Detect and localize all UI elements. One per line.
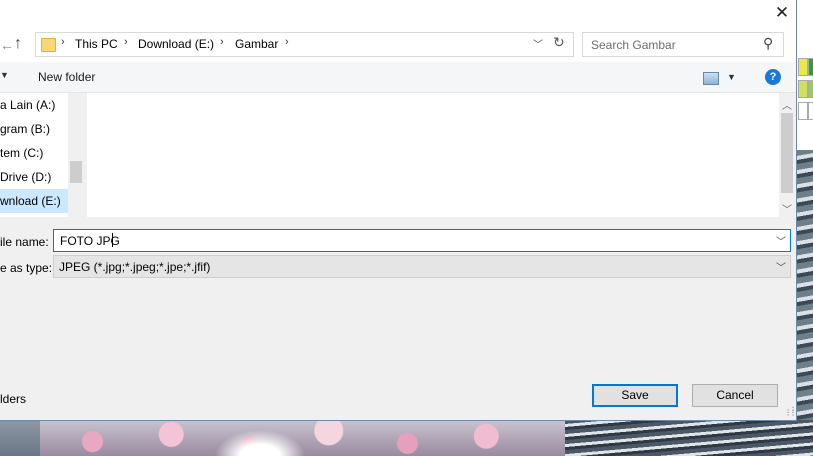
file-list-pane[interactable]: [87, 93, 779, 217]
title-bar: [0, 0, 796, 28]
back-arrow-icon[interactable]: ←: [0, 37, 14, 53]
color-swatch: [808, 102, 813, 120]
help-icon[interactable]: ?: [765, 69, 781, 85]
color-swatch: [808, 58, 813, 76]
file-list-scrollbar[interactable]: ︿ ﹀: [779, 93, 795, 217]
nav-item-label: Drive (D:): [0, 170, 52, 184]
nav-scrollbar[interactable]: [68, 93, 84, 217]
file-name-value[interactable]: FOTO JPG: [60, 234, 120, 248]
toolbar: ▼ New folder: [0, 62, 796, 93]
color-swatch: [798, 102, 808, 120]
view-dropdown-icon[interactable]: ▼: [727, 72, 736, 82]
save-as-type-select[interactable]: JPEG (*.jpg;*.jpeg;*.jpe;*.jfif) ﹀: [53, 255, 791, 278]
cancel-button[interactable]: Cancel: [692, 384, 778, 407]
file-name-label: ile name:: [0, 235, 49, 249]
save-as-type-value[interactable]: JPEG (*.jpg;*.jpeg;*.jpe;*.jfif): [59, 260, 210, 274]
chevron-down-icon[interactable]: ﹀: [533, 36, 543, 51]
nav-item-label: wnload (E:): [0, 194, 61, 208]
view-options-icon[interactable]: [703, 72, 719, 85]
resize-grip-icon[interactable]: ⠠⠰ ⠰⠸: [784, 405, 795, 418]
color-swatch: [798, 80, 808, 98]
chevron-down-icon[interactable]: ﹀: [776, 233, 786, 248]
breadcrumb-gambar[interactable]: Gambar: [235, 37, 278, 51]
waves-photo: [565, 420, 813, 456]
scroll-up-icon[interactable]: ︿: [782, 97, 792, 112]
chevron-right-icon[interactable]: ›: [61, 36, 65, 48]
text-cursor: [112, 233, 113, 247]
color-swatch: [798, 58, 808, 76]
refresh-icon[interactable]: ↻: [553, 34, 565, 51]
search-box[interactable]: Search Gambar ⚲: [582, 32, 784, 57]
nav-item-drive-c[interactable]: tem (C:): [0, 141, 68, 165]
nav-item-drive-d[interactable]: Drive (D:): [0, 165, 68, 189]
close-icon[interactable]: ✕: [768, 0, 796, 26]
nav-item-label: a Lain (A:): [0, 98, 56, 112]
background-photo: [796, 150, 813, 420]
new-folder-button[interactable]: New folder: [38, 70, 95, 84]
scrollbar-thumb[interactable]: [781, 113, 793, 193]
nav-item-label: tem (C:): [0, 146, 44, 160]
breadcrumb-download-drive[interactable]: Download (E:): [138, 37, 214, 51]
hide-folders-toggle[interactable]: lders: [0, 392, 26, 406]
file-name-input[interactable]: FOTO JPG ﹀: [53, 229, 791, 252]
folder-icon: [41, 38, 56, 52]
sunlight-glow: [215, 430, 305, 456]
search-placeholder[interactable]: Search Gambar: [591, 38, 676, 52]
scroll-down-icon[interactable]: ﹀: [782, 201, 792, 216]
chevron-down-icon[interactable]: ﹀: [776, 259, 786, 274]
nav-item-drive-b[interactable]: gram (B:): [0, 117, 68, 141]
chevron-right-icon[interactable]: ›: [220, 36, 224, 48]
organize-caret-icon[interactable]: ▼: [0, 70, 9, 80]
breadcrumb-this-pc[interactable]: This PC: [75, 37, 118, 51]
save-button[interactable]: Save: [592, 384, 678, 407]
nav-scrollbar-thumb[interactable]: [70, 161, 82, 183]
chevron-right-icon[interactable]: ›: [285, 36, 289, 48]
up-arrow-icon[interactable]: ↑: [14, 35, 30, 53]
save-as-dialog: ✕ ← ↑ › This PC › Download (E:) › Gambar…: [0, 0, 797, 421]
save-as-type-label: e as type:: [0, 261, 53, 275]
search-icon[interactable]: ⚲: [763, 35, 773, 52]
address-bar[interactable]: › This PC › Download (E:) › Gambar › ﹀ ↻: [35, 32, 574, 57]
nav-item-label: gram (B:): [0, 122, 51, 136]
chevron-right-icon[interactable]: ›: [124, 36, 128, 48]
color-swatch: [808, 80, 813, 98]
nav-item-drive-e[interactable]: wnload (E:): [0, 189, 68, 213]
nav-item-drive-a[interactable]: a Lain (A:): [0, 93, 68, 117]
